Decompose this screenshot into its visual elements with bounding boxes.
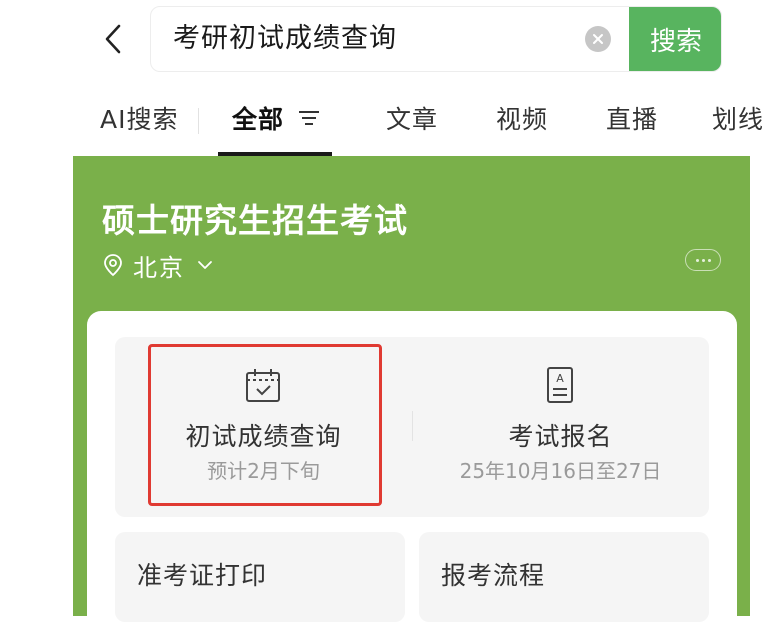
score-query-subtitle: 预计2月下旬 (207, 459, 320, 483)
tab-divider (198, 108, 199, 134)
search-input[interactable]: 考研初试成绩查询 (173, 7, 573, 71)
tab-videos[interactable]: 视频 (496, 100, 548, 136)
tab-all-label: 全部 (232, 105, 285, 134)
score-query-title: 初试成绩查询 (185, 422, 342, 451)
registration-service[interactable]: A 考试报名 25年10月16日至27日 (412, 337, 709, 517)
tab-all[interactable]: 全部 (232, 100, 320, 136)
exam-service-card: 硕士研究生招生考试 北京 初试成绩查询 预计2月下旬 A 考试报名 25年10月… (73, 156, 750, 631)
back-button[interactable] (96, 22, 130, 56)
tab-articles[interactable]: 文章 (386, 100, 438, 136)
card-title: 硕士研究生招生考试 (102, 201, 408, 240)
search-tabs: AI搜索 全部 文章 视频 直播 划线 (0, 86, 782, 156)
search-box: 考研初试成绩查询 搜索 (150, 6, 722, 72)
score-query-service[interactable]: 初试成绩查询 预计2月下旬 (115, 337, 412, 517)
close-icon (593, 34, 603, 44)
tab-highlights[interactable]: 划线 (712, 100, 764, 136)
more-options-icon[interactable] (685, 249, 721, 271)
clear-button[interactable] (585, 26, 611, 52)
calendar-check-icon (246, 369, 280, 402)
tab-ai-search[interactable]: AI搜索 (100, 100, 178, 136)
chevron-left-icon (105, 24, 121, 54)
document-icon: A (547, 367, 573, 403)
service-panel: 初试成绩查询 预计2月下旬 A 考试报名 25年10月16日至27日 准考证打印… (87, 311, 737, 631)
registration-subtitle: 25年10月16日至27日 (459, 459, 662, 483)
filter-icon (299, 111, 320, 125)
svg-text:A: A (556, 372, 564, 385)
primary-services: 初试成绩查询 预计2月下旬 A 考试报名 25年10月16日至27日 (115, 337, 709, 517)
admission-ticket-link[interactable]: 准考证打印 (115, 532, 405, 622)
chevron-down-icon (198, 261, 212, 269)
application-process-link[interactable]: 报考流程 (419, 532, 709, 622)
search-button[interactable]: 搜索 (629, 7, 721, 71)
registration-title: 考试报名 (508, 422, 613, 451)
location-pin-icon (104, 254, 122, 277)
location-selector[interactable]: 北京 (103, 248, 213, 282)
location-label: 北京 (133, 253, 185, 282)
tab-live[interactable]: 直播 (606, 100, 658, 136)
admission-ticket-label: 准考证打印 (137, 561, 268, 590)
application-process-label: 报考流程 (441, 561, 546, 590)
